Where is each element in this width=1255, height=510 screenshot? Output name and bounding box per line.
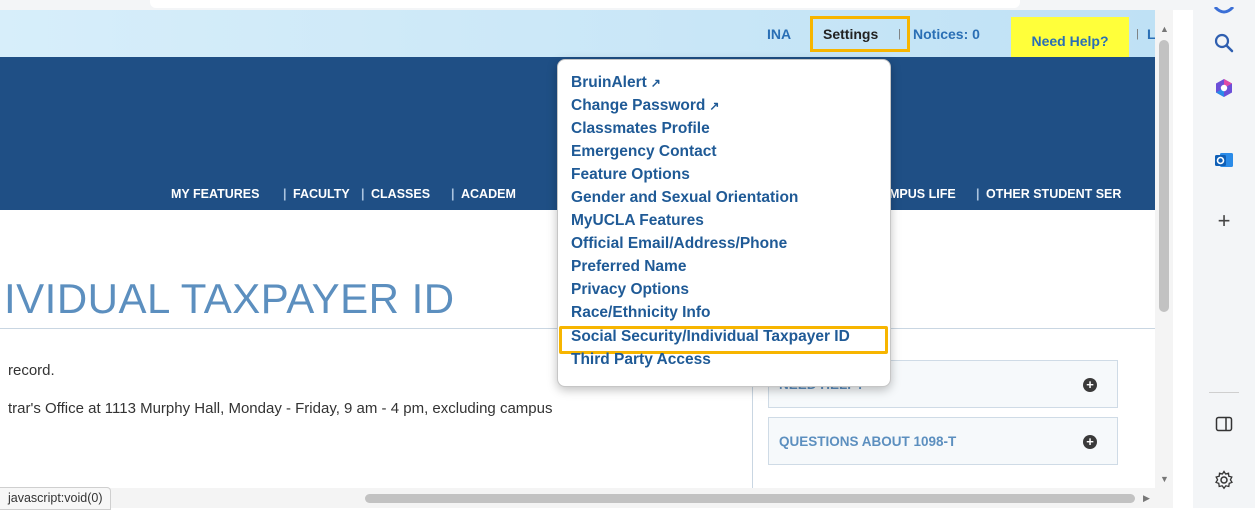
external-link-icon: ↗ (650, 76, 661, 90)
accordion-questions-1098t[interactable]: QUESTIONS ABOUT 1098-T + (768, 417, 1118, 465)
nav-campus-life[interactable]: MPUS LIFE (889, 187, 956, 201)
nav-other-student-services[interactable]: OTHER STUDENT SER (986, 187, 1121, 201)
separator: | (1136, 28, 1139, 40)
browser-top-strip (0, 0, 1193, 10)
utility-bar: INA Settings | Notices: 0 Need Help? | L (0, 10, 1156, 57)
body-text-line: trar's Office at 1113 Murphy Hall, Monda… (8, 400, 553, 417)
settings-dropdown-menu: BruinAlert ↗ Change Password ↗ Classmates … (557, 59, 891, 387)
nav-my-features[interactable]: MY FEATURES (171, 187, 259, 201)
page-title: IVIDUAL TAXPAYER ID (4, 275, 455, 322)
plus-circle-icon[interactable]: + (1083, 435, 1097, 449)
outlook-icon[interactable] (1213, 150, 1235, 172)
settings-gear-icon[interactable] (1213, 470, 1235, 492)
need-help-button[interactable]: Need Help? (1011, 17, 1129, 57)
menu-item-classmates-profile[interactable]: Classmates Profile (571, 120, 710, 138)
horizontal-scrollbar[interactable]: ▶ (0, 488, 1173, 508)
menu-item-third-party-access[interactable]: Third Party Access (571, 351, 711, 369)
separator: | (898, 28, 901, 40)
scroll-down-arrow-icon[interactable]: ▼ (1160, 474, 1169, 484)
nav-separator: | (451, 187, 455, 201)
menu-item-change-password[interactable]: Change Password ↗ (571, 97, 719, 115)
notices-link[interactable]: Notices: 0 (913, 26, 980, 42)
profile-icon[interactable] (1213, 0, 1235, 14)
status-bar-url: javascript:void(0) (0, 487, 112, 510)
menu-item-label: Change Password (571, 97, 706, 114)
external-link-icon: ↗ (709, 99, 720, 113)
nav-separator: | (361, 187, 365, 201)
accordion-label: QUESTIONS ABOUT 1098-T (779, 434, 957, 449)
horizontal-scroll-thumb[interactable] (365, 494, 1135, 503)
menu-item-preferred-name[interactable]: Preferred Name (571, 258, 686, 276)
menu-item-bruinalert[interactable]: BruinAlert ↗ (571, 74, 661, 92)
vertical-scroll-thumb[interactable] (1159, 40, 1169, 312)
plus-circle-icon[interactable]: + (1083, 378, 1097, 392)
menu-item-official-email-address-phone[interactable]: Official Email/Address/Phone (571, 235, 787, 253)
menu-item-race-ethnicity-info[interactable]: Race/Ethnicity Info (571, 304, 711, 322)
nav-faculty[interactable]: FACULTY (293, 187, 350, 201)
scroll-right-arrow-icon[interactable]: ▶ (1143, 493, 1150, 504)
menu-item-myucla-features[interactable]: MyUCLA Features (571, 212, 704, 230)
menu-item-gender-sexual-orientation[interactable]: Gender and Sexual Orientation (571, 189, 798, 207)
nav-academics[interactable]: ACADEM (461, 187, 516, 201)
menu-item-emergency-contact[interactable]: Emergency Contact (571, 143, 717, 161)
user-name-link[interactable]: INA (767, 26, 791, 42)
add-icon[interactable]: + (1213, 210, 1235, 232)
menu-item-feature-options[interactable]: Feature Options (571, 166, 690, 184)
copilot-icon[interactable] (1213, 78, 1235, 100)
browser-sidebar: + (1193, 0, 1255, 508)
nav-classes[interactable]: CLASSES (371, 187, 430, 201)
search-icon[interactable] (1213, 33, 1235, 55)
scroll-up-arrow-icon[interactable]: ▲ (1160, 24, 1169, 34)
nav-separator: | (976, 187, 980, 201)
split-screen-icon[interactable] (1213, 416, 1235, 438)
menu-item-privacy-options[interactable]: Privacy Options (571, 281, 689, 299)
settings-link[interactable]: Settings (823, 26, 878, 42)
sidebar-divider (1209, 392, 1239, 393)
body-text-line: record. (8, 362, 55, 379)
menu-item-social-security-taxpayer-id[interactable]: Social Security/Individual Taxpayer ID (571, 328, 850, 346)
vertical-scrollbar[interactable]: ▲ ▼ (1155, 10, 1173, 488)
nav-separator: | (283, 187, 287, 201)
menu-item-label: BruinAlert (571, 74, 647, 91)
